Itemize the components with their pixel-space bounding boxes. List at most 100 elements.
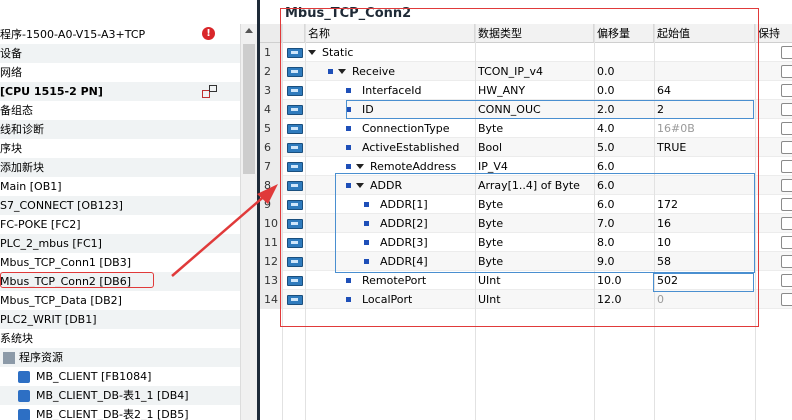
cell-name[interactable]: ADDR[3] (380, 233, 428, 252)
cell-name[interactable]: ADDR[1] (380, 195, 428, 214)
tree-item[interactable]: 序块 (0, 139, 240, 158)
cell-datatype[interactable]: Byte (478, 119, 503, 138)
cell-start-value[interactable]: 2 (657, 100, 664, 119)
cell-datatype[interactable]: Byte (478, 233, 503, 252)
cell-name[interactable]: LocalPort (362, 290, 412, 309)
col-header-offset[interactable]: 偏移量 (594, 24, 654, 43)
retain-checkbox[interactable] (781, 122, 792, 135)
cell-datatype[interactable]: UInt (478, 271, 501, 290)
tree-item-label: 序块 (0, 142, 22, 155)
table-row[interactable]: 14 LocalPort UInt 12.0 0 (260, 290, 792, 309)
cell-name[interactable]: ActiveEstablished (362, 138, 459, 157)
tree-item[interactable]: MB_CLIENT_DB-表2_1 [DB5] (0, 405, 240, 420)
tree-item[interactable]: MB_CLIENT_DB-表1_1 [DB4] (0, 386, 240, 405)
cell-name[interactable]: Receive (352, 62, 395, 81)
cell-datatype[interactable]: Bool (478, 138, 502, 157)
cell-datatype[interactable]: Byte (478, 252, 503, 271)
tree-item-label: Mbus_TCP_Conn1 [DB3] (0, 256, 132, 269)
cell-name[interactable]: ID (362, 100, 374, 119)
tree-item[interactable]: 系统块 (0, 329, 240, 348)
table-row[interactable]: 1 Static (260, 43, 792, 62)
expand-icon[interactable] (308, 50, 316, 55)
table-row[interactable]: 6 ActiveEstablished Bool 5.0 TRUE (260, 138, 792, 157)
col-header-start[interactable]: 起始值 (654, 24, 755, 43)
tree-item[interactable]: Main [OB1] (0, 177, 240, 196)
tree-item[interactable]: S7_CONNECT [OB123] (0, 196, 240, 215)
tree-item[interactable]: PLC_2_mbus [FC1] (0, 234, 240, 253)
cell-name[interactable]: ADDR[4] (380, 252, 428, 271)
table-row[interactable]: 4 ID CONN_OUC 2.0 2 (260, 100, 792, 119)
cell-start-value[interactable]: 16#0B (657, 119, 695, 138)
cell-offset: 8.0 (597, 236, 615, 249)
cell-datatype[interactable]: IP_V4 (478, 157, 508, 176)
tree-item[interactable]: 备组态 (0, 101, 240, 120)
cell-datatype[interactable]: HW_ANY (478, 81, 525, 100)
table-row[interactable]: 11 ADDR[3] Byte 8.0 10 (260, 233, 792, 252)
cell-start-value[interactable]: 502 (657, 271, 678, 290)
cell-datatype[interactable]: Byte (478, 195, 503, 214)
table-row[interactable]: 3 InterfaceId HW_ANY 0.0 64 (260, 81, 792, 100)
cell-name[interactable]: ADDR[2] (380, 214, 428, 233)
table-row[interactable]: 9 ADDR[1] Byte 6.0 172 (260, 195, 792, 214)
cell-start-value[interactable]: 172 (657, 195, 678, 214)
retain-checkbox[interactable] (781, 217, 792, 230)
tree-item[interactable]: 网络 (0, 63, 240, 82)
cell-start-value[interactable]: 0 (657, 290, 664, 309)
cell-datatype[interactable]: TCON_IP_v4 (478, 62, 543, 81)
retain-checkbox[interactable] (781, 255, 792, 268)
cell-start-value[interactable]: 16 (657, 214, 671, 233)
retain-checkbox[interactable] (781, 160, 792, 173)
cell-name[interactable]: RemotePort (362, 271, 426, 290)
col-header-name[interactable]: 名称 (305, 24, 475, 43)
retain-checkbox[interactable] (781, 179, 792, 192)
retain-checkbox[interactable] (781, 103, 792, 116)
cell-start-value[interactable]: TRUE (657, 138, 686, 157)
cell-datatype[interactable]: Array[1..4] of Byte (478, 176, 580, 195)
cell-name[interactable]: InterfaceId (362, 81, 421, 100)
table-row[interactable]: 12 ADDR[4] Byte 9.0 58 (260, 252, 792, 271)
tree-item-label: Mbus_TCP_Data [DB2] (0, 294, 122, 307)
table-row[interactable]: 2 Receive TCON_IP_v4 0.0 (260, 62, 792, 81)
retain-checkbox[interactable] (781, 198, 792, 211)
table-row[interactable]: 8 ADDR Array[1..4] of Byte 6.0 (260, 176, 792, 195)
scroll-up-icon[interactable] (245, 28, 253, 33)
col-header-retain[interactable]: 保持 (755, 24, 792, 43)
tree-item[interactable]: 程序资源 (0, 348, 240, 367)
scroll-thumb[interactable] (243, 44, 255, 174)
cell-name[interactable]: RemoteAddress (370, 157, 456, 176)
retain-checkbox[interactable] (781, 141, 792, 154)
tree-item[interactable]: PLC2_WRIT [DB1] (0, 310, 240, 329)
expand-icon[interactable] (338, 69, 346, 74)
tree-item[interactable]: 设备 (0, 44, 240, 63)
retain-checkbox[interactable] (781, 293, 792, 306)
tree-item[interactable]: MB_CLIENT [FB1084] (0, 367, 240, 386)
retain-checkbox[interactable] (781, 46, 792, 59)
cell-start-value[interactable]: 10 (657, 233, 671, 252)
tree-scrollbar[interactable] (240, 24, 258, 420)
cell-datatype[interactable]: CONN_OUC (478, 100, 541, 119)
cell-name[interactable]: ADDR (370, 176, 402, 195)
cell-datatype[interactable]: Byte (478, 214, 503, 233)
retain-checkbox[interactable] (781, 84, 792, 97)
static-var-icon (287, 252, 303, 271)
table-row[interactable]: 13 RemotePort UInt 10.0 502 (260, 271, 792, 290)
cell-start-value[interactable]: 58 (657, 252, 671, 271)
cell-name[interactable]: ConnectionType (362, 119, 450, 138)
table-row[interactable]: 7 RemoteAddress IP_V4 6.0 (260, 157, 792, 176)
tree-item[interactable]: 线和诊断 (0, 120, 240, 139)
cell-name[interactable]: Static (322, 43, 353, 62)
tree-item[interactable]: Mbus_TCP_Data [DB2] (0, 291, 240, 310)
table-row[interactable]: 5 ConnectionType Byte 4.0 16#0B (260, 119, 792, 138)
retain-checkbox[interactable] (781, 274, 792, 287)
expand-icon[interactable] (356, 183, 364, 188)
retain-checkbox[interactable] (781, 65, 792, 78)
cell-datatype[interactable]: UInt (478, 290, 501, 309)
tree-item[interactable]: Mbus_TCP_Conn1 [DB3] (0, 253, 240, 272)
cell-start-value[interactable]: 64 (657, 81, 671, 100)
expand-icon[interactable] (356, 164, 364, 169)
table-row[interactable]: 10 ADDR[2] Byte 7.0 16 (260, 214, 792, 233)
tree-item[interactable]: FC-POKE [FC2] (0, 215, 240, 234)
col-header-type[interactable]: 数据类型 (475, 24, 594, 43)
retain-checkbox[interactable] (781, 236, 792, 249)
tree-item[interactable]: 添加新块 (0, 158, 240, 177)
